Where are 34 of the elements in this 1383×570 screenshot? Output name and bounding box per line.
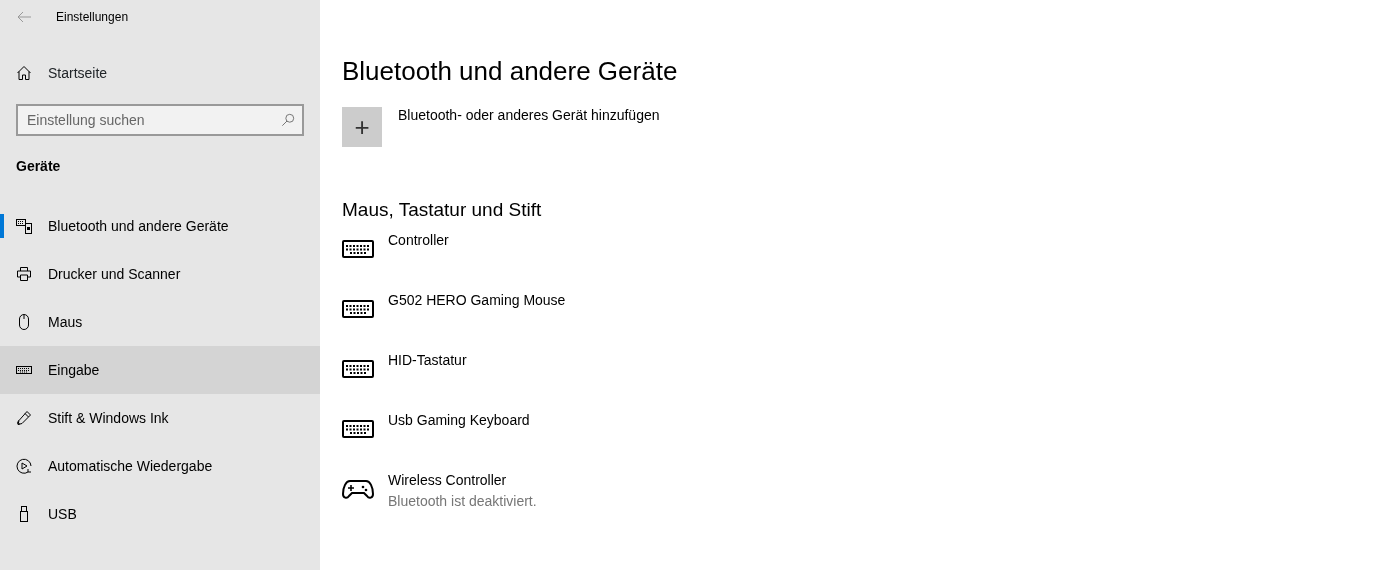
- nav-item[interactable]: USB: [0, 490, 320, 538]
- home-icon: [16, 65, 32, 81]
- device-status: Bluetooth ist deaktiviert.: [388, 492, 537, 511]
- printer-icon: [16, 266, 32, 282]
- device-name[interactable]: Usb Gaming Keyboard: [388, 410, 530, 431]
- mouse-icon: [16, 314, 32, 330]
- section-heading: Maus, Tastatur und Stift: [342, 199, 543, 222]
- search-field[interactable]: Einstellung suchen: [16, 104, 304, 136]
- keyboard-icon: [342, 419, 374, 440]
- section-heading: Geräte: [15, 157, 62, 176]
- keyboard-phone-icon: [16, 218, 32, 234]
- pen-icon: [16, 410, 32, 426]
- nav-item[interactable]: Stift & Windows Ink: [0, 394, 320, 442]
- device-name[interactable]: Controller: [388, 230, 449, 251]
- add-device-label[interactable]: Bluetooth- oder anderes Gerät hinzufügen: [398, 105, 660, 148]
- nav-item[interactable]: Maus: [0, 298, 320, 346]
- back-arrow-icon[interactable]: [16, 9, 32, 25]
- keyboard-icon: [342, 239, 374, 260]
- nav-item[interactable]: Bluetooth und andere Geräte: [0, 202, 320, 250]
- page-title: Bluetooth und andere Geräte: [342, 56, 679, 88]
- nav-item[interactable]: Automatische Wiedergabe: [0, 442, 320, 490]
- nav-item[interactable]: Eingabe: [0, 346, 320, 394]
- device-name[interactable]: Wireless Controller: [388, 470, 537, 491]
- gamepad-icon: [342, 478, 374, 501]
- device-name[interactable]: G502 HERO Gaming Mouse: [388, 290, 566, 311]
- home-link[interactable]: Startseite: [16, 62, 108, 84]
- search-icon: [281, 113, 295, 127]
- keyboard-icon: [342, 359, 374, 380]
- device-name[interactable]: HID-Tastatur: [388, 350, 467, 371]
- keyboard-icon: [342, 299, 374, 320]
- nav-item[interactable]: Drucker und Scanner: [0, 250, 320, 298]
- add-device-button[interactable]: +: [342, 107, 382, 148]
- play-circle-icon: [16, 458, 32, 474]
- window-title: Einstellungen: [56, 9, 129, 26]
